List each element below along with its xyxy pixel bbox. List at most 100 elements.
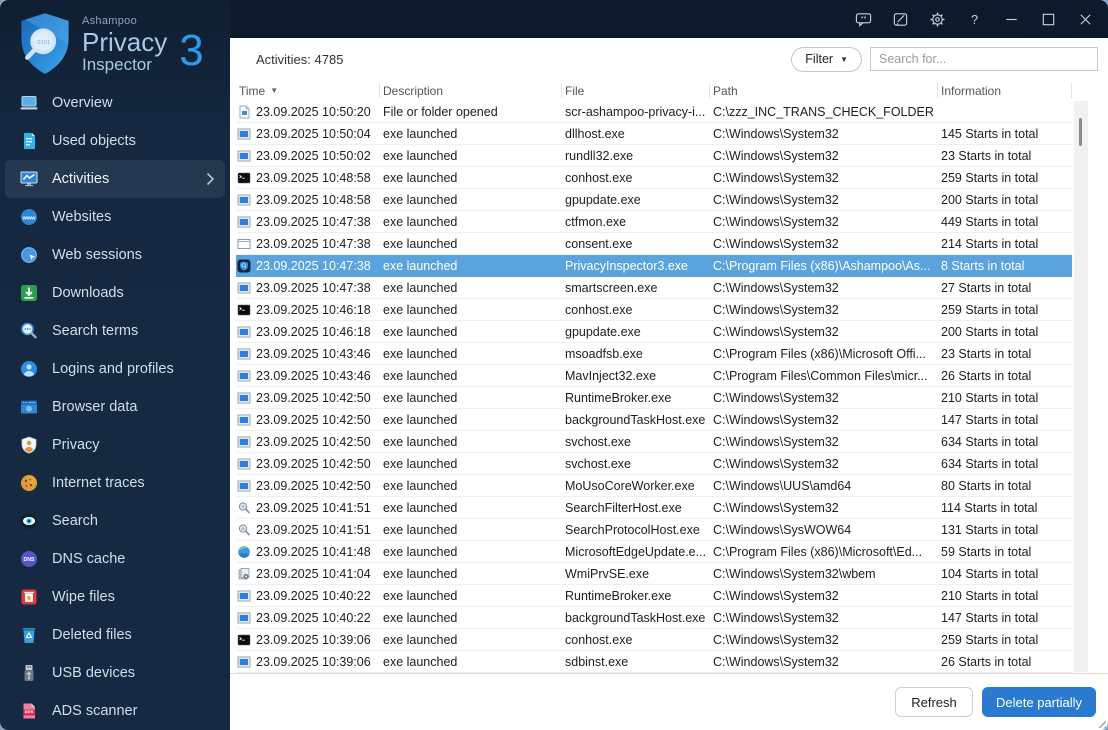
sidebar-item-search-terms[interactable]: Search terms: [5, 312, 225, 350]
table-row[interactable]: 23.09.2025 10:43:46 exe launched MavInject…: [236, 365, 1072, 387]
cell-path: C:\Windows\System32: [713, 170, 839, 185]
table-row[interactable]: 23.09.2025 10:42:50 exe launched RuntimeBr…: [236, 387, 1072, 409]
cell-description: exe launched: [383, 478, 458, 493]
app-window-icon: [237, 413, 251, 427]
sidebar-item-dns-cache[interactable]: DNS DNS cache: [5, 540, 225, 578]
app-window-icon: [237, 325, 251, 339]
close-icon[interactable]: [1077, 11, 1094, 28]
maximize-icon[interactable]: [1040, 11, 1057, 28]
table-row[interactable]: 23.09.2025 10:50:04 exe launched dllhost.e…: [236, 123, 1072, 145]
cell-information: 23 Starts in total: [941, 346, 1032, 361]
sidebar-item-label: Browser data: [52, 399, 138, 415]
table-row[interactable]: 23.09.2025 10:39:06 exe launched conhost.e…: [236, 629, 1072, 651]
table-row[interactable]: 23.09.2025 10:40:22 exe launched backgroun…: [236, 607, 1072, 629]
help-icon[interactable]: ?: [966, 11, 983, 28]
table-row[interactable]: 23.09.2025 10:40:22 exe launched RuntimeBr…: [236, 585, 1072, 607]
table-row[interactable]: 23.09.2025 10:42:50 exe launched MoUsoCore…: [236, 475, 1072, 497]
time-value: 23.09.2025 10:43:46: [256, 346, 371, 361]
resize-grip[interactable]: [1095, 717, 1106, 728]
app-window-icon: [237, 655, 251, 669]
table-row[interactable]: 23.09.2025 10:46:18 exe launched conhost.e…: [236, 299, 1072, 321]
sidebar-item-websites[interactable]: www Websites: [5, 198, 225, 236]
vertical-scrollbar[interactable]: [1074, 101, 1088, 672]
scrollbar-thumb[interactable]: [1079, 118, 1082, 146]
settings-gear-icon[interactable]: [929, 11, 946, 28]
table-row[interactable]: 23.09.2025 10:41:51 exe launched SearchPro…: [236, 519, 1072, 541]
sidebar-item-usb-devices[interactable]: USB devices: [5, 654, 225, 692]
cell-description: exe launched: [383, 346, 458, 361]
table-row[interactable]: 23.09.2025 10:47:38 exe launched ctfmon.ex…: [236, 211, 1072, 233]
table-row[interactable]: 23.09.2025 10:43:46 exe launched msoadfsb.…: [236, 343, 1072, 365]
sidebar-item-search[interactable]: Search: [5, 502, 225, 540]
sidebar-item-label: USB devices: [52, 665, 136, 681]
minimize-icon[interactable]: [1003, 11, 1020, 28]
sidebar-item-label: ADS scanner: [52, 703, 138, 719]
cell-file: SearchProtocolHost.exe: [565, 522, 700, 537]
cell-time: 23.09.2025 10:39:06: [236, 633, 380, 647]
time-value: 23.09.2025 10:48:58: [256, 192, 371, 207]
usb-devices-icon: [19, 663, 39, 683]
sidebar-item-ads-scanner[interactable]: ADS ADS scanner: [5, 692, 225, 730]
chevron-down-icon: ▼: [840, 54, 848, 64]
sidebar-item-deleted-files[interactable]: Deleted files: [5, 616, 225, 654]
search-input[interactable]: [870, 47, 1098, 71]
table-row[interactable]: 23.09.2025 10:41:04 exe launched WmiPrvSE.…: [236, 563, 1072, 585]
cell-file: svchost.exe: [565, 456, 632, 471]
table-row[interactable]: 23.09.2025 10:42:50 exe launched backgroun…: [236, 409, 1072, 431]
cell-description: File or folder opened: [383, 104, 498, 119]
sidebar-item-web-sessions[interactable]: Web sessions: [5, 236, 225, 274]
sidebar-item-downloads[interactable]: Downloads: [5, 274, 225, 312]
cell-description: exe launched: [383, 368, 458, 383]
sidebar-item-privacy[interactable]: Privacy: [5, 426, 225, 464]
table-row[interactable]: 23.09.2025 10:41:48 exe launched Microsoft…: [236, 541, 1072, 563]
app-window-icon: [237, 127, 251, 141]
table-row[interactable]: 23.09.2025 10:50:02 exe launched rundll32.…: [236, 145, 1072, 167]
table-row[interactable]: 23.09.2025 10:47:38 exe launched smartscre…: [236, 277, 1072, 299]
app-window-icon: [237, 281, 251, 295]
cell-file: conhost.exe: [565, 632, 633, 647]
table-row[interactable]: 23.09.2025 10:46:18 exe launched gpupdate.…: [236, 321, 1072, 343]
cell-time: 23.09.2025 10:41:04: [236, 567, 380, 581]
sidebar-item-browser-data[interactable]: Browser data: [5, 388, 225, 426]
cell-time: 23.09.2025 10:48:58: [236, 193, 380, 207]
cell-description: exe launched: [383, 588, 458, 603]
sidebar-item-wipe-files[interactable]: Wipe files: [5, 578, 225, 616]
column-header-information[interactable]: Information: [938, 83, 1072, 98]
svg-text:?: ?: [971, 11, 978, 26]
sidebar-item-activities[interactable]: Activities: [5, 160, 225, 198]
refresh-button[interactable]: Refresh: [895, 687, 973, 717]
filter-button[interactable]: Filter ▼: [791, 46, 862, 72]
notes-icon[interactable]: [892, 11, 909, 28]
table-row[interactable]: 23.09.2025 10:48:58 exe launched conhost.e…: [236, 167, 1072, 189]
sidebar-item-logins-and-profiles[interactable]: Logins and profiles: [5, 350, 225, 388]
sidebar-item-used-objects[interactable]: Used objects: [5, 122, 225, 160]
column-header-file[interactable]: File: [562, 83, 710, 98]
table-row[interactable]: 23.09.2025 10:42:50 exe launched svchost.e…: [236, 453, 1072, 475]
cell-information: 145 Starts in total: [941, 126, 1039, 141]
feedback-icon[interactable]: **: [855, 11, 872, 28]
table-row[interactable]: 23.09.2025 10:50:20 File or folder opened…: [236, 101, 1072, 123]
delete-partially-button[interactable]: Delete partially: [982, 687, 1096, 717]
browser-data-icon: [19, 397, 39, 417]
cell-description: exe launched: [383, 170, 458, 185]
column-header-label: Path: [713, 83, 738, 98]
cell-path: C:\Windows\System32: [713, 192, 839, 207]
table-row[interactable]: 23.09.2025 10:47:38 exe launched PrivacyIn…: [236, 255, 1072, 277]
cell-time: 23.09.2025 10:41:48: [236, 545, 380, 559]
column-header-description[interactable]: Description: [380, 83, 562, 98]
cell-path: C:\Windows\System32: [713, 302, 839, 317]
column-header-label: Information: [941, 83, 1002, 98]
column-header-path[interactable]: Path: [710, 83, 938, 98]
cell-file: rundll32.exe: [565, 148, 634, 163]
sidebar-item-overview[interactable]: Overview: [5, 84, 225, 122]
cell-file: backgroundTaskHost.exe: [565, 610, 706, 625]
column-header-time[interactable]: Time ▼: [236, 83, 380, 98]
table-row[interactable]: 23.09.2025 10:47:38 exe launched consent.e…: [236, 233, 1072, 255]
table-row[interactable]: 23.09.2025 10:48:58 exe launched gpupdate.…: [236, 189, 1072, 211]
table-row[interactable]: 23.09.2025 10:39:06 exe launched sdbinst.e…: [236, 651, 1072, 673]
titlebar: **?: [230, 0, 1108, 38]
sidebar-item-internet-traces[interactable]: Internet traces: [5, 464, 225, 502]
table-row[interactable]: 23.09.2025 10:41:51 exe launched SearchFil…: [236, 497, 1072, 519]
cell-file: conhost.exe: [565, 170, 633, 185]
table-row[interactable]: 23.09.2025 10:42:50 exe launched svchost.e…: [236, 431, 1072, 453]
